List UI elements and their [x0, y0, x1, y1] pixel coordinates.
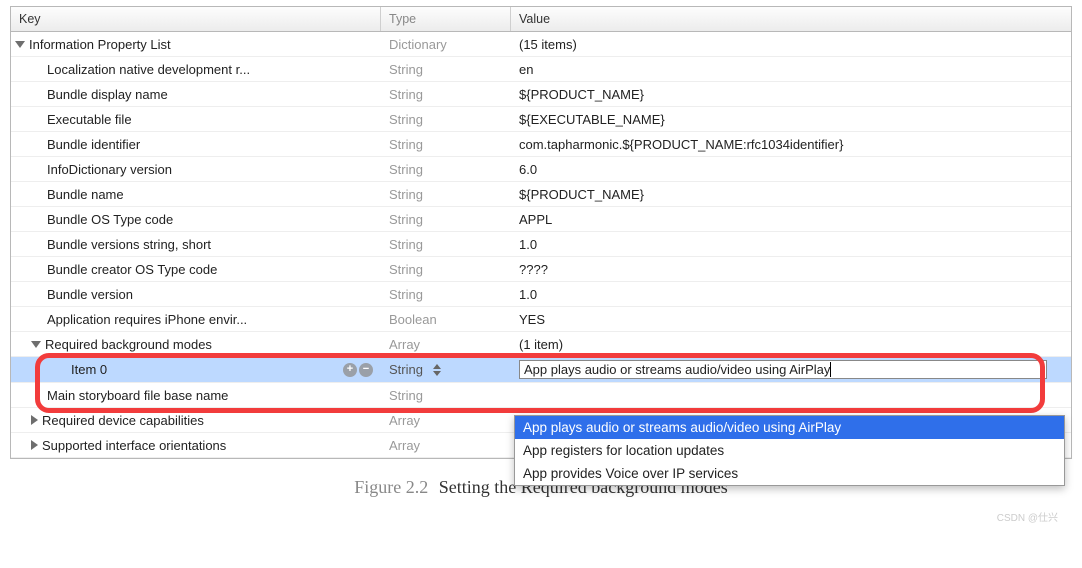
table-row[interactable]: Executable file String${EXECUTABLE_NAME} [11, 107, 1071, 132]
key-cell: Bundle identifier [47, 137, 140, 152]
figure-label: Figure 2.2 [354, 477, 428, 497]
key-cell: Bundle versions string, short [47, 237, 211, 252]
value-cell[interactable]: ???? [511, 259, 1071, 280]
disclosure-triangle-icon[interactable] [15, 41, 25, 48]
value-cell[interactable]: ${PRODUCT_NAME} [511, 84, 1071, 105]
key-cell: Required device capabilities [42, 413, 204, 428]
table-row[interactable]: Application requires iPhone envir... Bool… [11, 307, 1071, 332]
type-cell[interactable]: String [381, 284, 511, 305]
key-cell: Bundle creator OS Type code [47, 262, 217, 277]
type-cell[interactable]: String [381, 184, 511, 205]
type-cell[interactable]: String [381, 134, 511, 155]
plist-editor: Key Type Value Information Property List… [10, 6, 1072, 459]
key-cell: Bundle OS Type code [47, 212, 173, 227]
type-cell[interactable]: String [381, 359, 511, 381]
add-row-icon[interactable]: + [343, 363, 357, 377]
key-cell: Bundle version [47, 287, 133, 302]
value-cell[interactable] [511, 392, 1071, 398]
value-cell[interactable]: 6.0 [511, 159, 1071, 180]
value-cell[interactable]: ${PRODUCT_NAME} [511, 184, 1071, 205]
disclosure-triangle-icon[interactable] [31, 415, 38, 425]
type-stepper-icon[interactable] [433, 363, 446, 377]
value-cell[interactable]: APPL [511, 209, 1071, 230]
table-row[interactable]: InfoDictionary version String6.0 [11, 157, 1071, 182]
type-cell[interactable]: Array [381, 435, 511, 456]
value-cell[interactable]: en [511, 59, 1071, 80]
dropdown-option[interactable]: App registers for location updates [515, 439, 1064, 462]
value-cell: (15 items) [511, 34, 1071, 55]
table-row[interactable]: Bundle identifier Stringcom.tapharmonic.$… [11, 132, 1071, 157]
table-row[interactable]: Bundle version String1.0 [11, 282, 1071, 307]
key-cell: Information Property List [29, 37, 171, 52]
type-cell[interactable]: String [381, 159, 511, 180]
disclosure-triangle-icon[interactable] [31, 440, 38, 450]
type-cell[interactable]: Dictionary [381, 34, 511, 55]
key-cell: Localization native development r... [47, 62, 250, 77]
type-cell[interactable]: String [381, 385, 511, 406]
key-cell: Bundle name [47, 187, 124, 202]
type-cell[interactable]: Array [381, 334, 511, 355]
table-header-row: Key Type Value [11, 7, 1071, 32]
type-cell[interactable]: String [381, 109, 511, 130]
value-dropdown[interactable]: App plays audio or streams audio/video u… [514, 415, 1065, 486]
table-row[interactable]: Bundle versions string, short String1.0 [11, 232, 1071, 257]
header-type[interactable]: Type [381, 7, 511, 31]
table-row[interactable]: Bundle creator OS Type code String???? [11, 257, 1071, 282]
remove-row-icon[interactable]: − [359, 363, 373, 377]
dropdown-option[interactable]: App provides Voice over IP services [515, 462, 1064, 485]
type-cell[interactable]: String [381, 59, 511, 80]
key-cell: Required background modes [45, 337, 212, 352]
type-cell[interactable]: Array [381, 410, 511, 431]
key-cell: Executable file [47, 112, 132, 127]
type-cell[interactable]: Boolean [381, 309, 511, 330]
key-cell: Supported interface orientations [42, 438, 226, 453]
key-cell: Bundle display name [47, 87, 168, 102]
value-cell[interactable]: ${EXECUTABLE_NAME} [511, 109, 1071, 130]
value-cell[interactable]: com.tapharmonic.${PRODUCT_NAME:rfc1034id… [511, 134, 1071, 155]
row-item-0[interactable]: Item 0 + − String App plays audio or str… [11, 357, 1071, 383]
value-input[interactable]: App plays audio or streams audio/video u… [519, 360, 1047, 379]
table-row[interactable]: Bundle display name String${PRODUCT_NAME} [11, 82, 1071, 107]
table-row[interactable]: Bundle OS Type code StringAPPL [11, 207, 1071, 232]
value-cell[interactable]: App plays audio or streams audio/video u… [511, 357, 1071, 382]
row-root[interactable]: Information Property List Dictionary (15… [11, 32, 1071, 57]
value-cell[interactable]: 1.0 [511, 234, 1071, 255]
key-cell: InfoDictionary version [47, 162, 172, 177]
watermark: CSDN @仕兴 [997, 509, 1058, 524]
value-cell: (1 item) [511, 334, 1071, 355]
row-required-background-modes[interactable]: Required background modes Array (1 item) [11, 332, 1071, 357]
disclosure-triangle-icon[interactable] [31, 341, 41, 348]
type-cell[interactable]: String [381, 259, 511, 280]
key-cell: Application requires iPhone envir... [47, 312, 247, 327]
key-cell: Main storyboard file base name [47, 388, 228, 403]
type-cell[interactable]: String [381, 209, 511, 230]
type-cell[interactable]: String [381, 84, 511, 105]
header-value[interactable]: Value [511, 7, 1071, 31]
value-cell[interactable]: YES [511, 309, 1071, 330]
table-row[interactable]: Main storyboard file base name String [11, 383, 1071, 408]
value-cell[interactable]: 1.0 [511, 284, 1071, 305]
table-row[interactable]: Bundle name String${PRODUCT_NAME} [11, 182, 1071, 207]
type-cell[interactable]: String [381, 234, 511, 255]
table-row[interactable]: Localization native development r... Stri… [11, 57, 1071, 82]
dropdown-option[interactable]: App plays audio or streams audio/video u… [515, 416, 1064, 439]
header-key[interactable]: Key [11, 7, 381, 31]
key-cell: Item 0 [71, 362, 107, 377]
